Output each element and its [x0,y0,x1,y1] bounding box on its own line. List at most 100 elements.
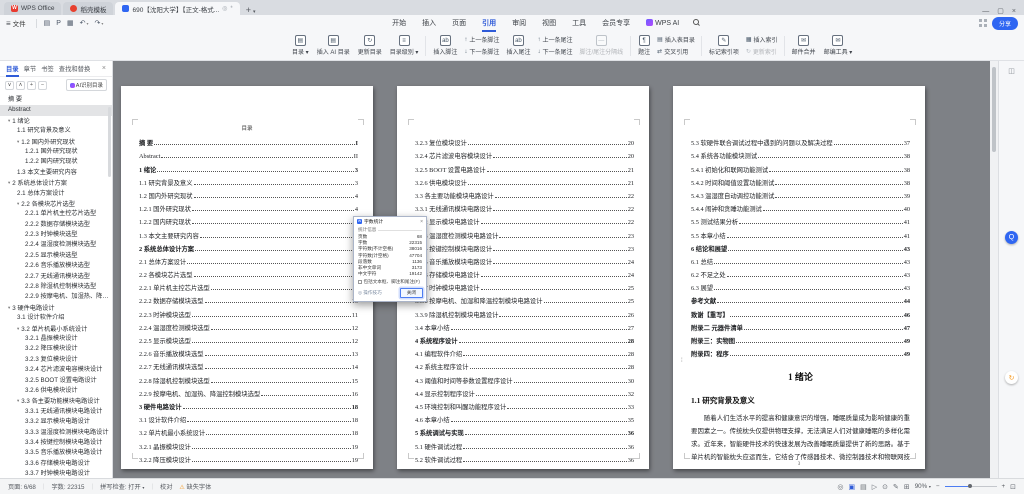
ribbon-tab-页面[interactable]: 页面 [444,16,474,30]
toc-entry[interactable]: 6.1 总结 43 [691,253,910,266]
next-endnote-button[interactable]: ↓ 下一条尾注 [537,47,572,57]
toc-entry[interactable]: 3.3.4 按键控制模块电路设计 23 [415,240,634,253]
toc-entry[interactable]: 2.1 总体方案设计7 [139,253,358,266]
caption-button[interactable]: ¶ 题注 [634,35,654,56]
ribbon-tab-开始[interactable]: 开始 [384,16,414,30]
toc-entry[interactable]: 2.2.8 除湿机控制模块选型 15 [139,371,358,385]
toc-tree-item[interactable]: 3.3.4 按键控制模块电路设计 [0,438,112,448]
ribbon-tab-视图[interactable]: 视图 [534,16,564,30]
toc-tree-item[interactable]: 2.2.4 温湿度检测模块选型 [0,240,112,250]
document-page-3[interactable]: 5.3 软硬件联合调试过程中遇到的问题以及解决过程 37 5.4 系统各功能模块测试… [673,86,925,469]
toc-tree-item[interactable]: ▾ 3.3 各主要功能模块电路设计 [0,396,112,406]
toc-tree-item[interactable]: 摘 要 [0,95,112,105]
ai-toc-button[interactable]: ▤ 插入 AI 目录 [313,35,354,56]
window-tab[interactable]: 690【沈阳大学】【正文-格式... ◎ * [115,2,240,15]
toc-entry[interactable]: Abstract II [139,147,358,160]
menu-icon[interactable]: ≡ [6,19,11,28]
mark-index-button[interactable]: ✎ 标记索引项 [705,35,743,56]
zoom-in-button[interactable]: + [1002,483,1006,490]
toc-tree-item[interactable]: ▾ 3 硬件电路设计 [0,303,112,313]
toc-entry[interactable]: 2.2.4 温湿度检测模块选型 12 [139,319,358,332]
toc-tree-item[interactable]: 2.2.8 除湿机控制模块选型 [0,282,112,292]
toc-entry[interactable]: 4.6 本章小结 35 [415,411,634,424]
document-page-2[interactable]: 3.2.3 复位模块设计 20 3.2.4 芯片滤波电容模块设计 20 3.2.5 BO… [397,86,649,469]
chapter-body[interactable]: 1 绪论 1.1 研究背景及意义 随着人们生活水平的提高和健康意识的增强，睡眠质… [691,362,910,461]
toc-tree-item[interactable]: 3.3.3 温湿度检测模块电路设计 [0,428,112,438]
toc-entry[interactable]: 3.3.5 音乐播放模块电路设计 24 [415,253,634,266]
toc-entry[interactable]: 4.3 阈值和时间等参数设置程序设计 30 [415,371,634,385]
window-tab[interactable]: W WPS Office [4,2,62,15]
table-of-figures-button[interactable]: ▤ 插入表目录 [657,35,695,44]
vertical-scrollbar[interactable] [990,61,998,478]
toc-entry[interactable]: 5.5 本章小结 41 [691,226,910,240]
toc-entry[interactable]: 3.3.1 无线通讯模块电路设计 22 [415,200,634,213]
insert-index-button[interactable]: ▦ 插入索引 [746,35,778,44]
toc-entry[interactable]: 4.4 显示控制程序设计 32 [415,385,634,398]
toc-entry[interactable]: 5.1 硬件调试过程 36 [415,437,634,451]
toc-tree-item[interactable]: 3.3.6 存储模块电路设计 [0,459,112,469]
toc-entry[interactable]: 1.2.2 国内研究现状5 [139,213,358,226]
toc-tree-item[interactable]: 1.1 研究背景及意义 [0,126,112,136]
toc-tree-item[interactable]: 2.2.5 显示模块选型 [0,251,112,261]
document-canvas[interactable]: 目录 摘 要 I Abstract II 1 绪论 3 1.1 研究背景及意义 3 1.2 国内… [113,61,998,478]
sidebar-tab-书签[interactable]: 书签 [41,64,54,73]
toc-tree-item[interactable]: 3.1 设计软件介绍 [0,313,112,323]
toc-entry[interactable]: 3.1 设计软件介绍 18 [139,411,358,424]
insert-footnote-button[interactable]: ab 插入脚注 [429,35,461,56]
sidebar-tab-目录[interactable]: 目录 [6,64,19,77]
toc-entry[interactable]: 6.3 展望 43 [691,279,910,292]
dialog-close-icon[interactable]: × [420,219,423,225]
status-proofread[interactable]: 校对 [160,482,172,491]
toc-tree-item[interactable]: 1.2.2 国内研究现状 [0,157,112,167]
toc-tree-item[interactable]: 2.2.7 无线通讯模块选型 [0,272,112,282]
zoom-slider-handle[interactable] [967,484,972,488]
toc-entry[interactable]: 6.2 不足之处 43 [691,266,910,279]
toc-entry[interactable]: 1.2 国内外研究现状 4 [139,187,358,200]
toc-entry[interactable]: 4 系统程序设计 28 [415,332,634,345]
sidebar-tab-查找和替换[interactable]: 查找和替换 [59,64,90,73]
envelope-tool-button[interactable]: ✉ 邮编工具 ▾ [820,35,857,56]
toc-entry[interactable]: 3.3.6 存储模块电路设计 24 [415,266,634,279]
toc-tree-item[interactable]: 3.2.4 芯片滤波电容模块设计 [0,365,112,375]
toc-entry[interactable]: 1.1 研究背景及意义 3 [139,174,358,187]
ai-recognize-toc-button[interactable]: AI识别目录 [65,79,107,91]
toc-entry[interactable]: 3.2.6 供电模块设计 21 [415,174,634,187]
toc-tree-item[interactable]: 1.3 本文主要研究内容 [0,168,112,178]
checkbox-icon[interactable] [358,280,362,285]
search-icon[interactable] [693,19,701,27]
expand-button[interactable]: + [27,80,36,90]
toc-entry[interactable]: 2.2.3 时钟模块选型 11 [139,305,358,319]
insert-endnote-button[interactable]: ab 插入尾注 [502,35,534,56]
prev-footnote-button[interactable]: ↑ 上一条脚注 [464,35,499,45]
minimize-button[interactable]: — [982,8,989,15]
toc-tree-item[interactable]: ▾ 2 系统总体设计方案 [0,178,112,188]
toc-entry[interactable]: 3.3 各主要功能模块电路设计 22 [415,187,634,200]
maximize-button[interactable]: ▢ [997,7,1004,15]
toc-tree-item[interactable]: 3.2.1 晶振模块设计 [0,334,112,344]
toc-entry[interactable]: 附录四：程序 49 [691,345,910,358]
toc-tree-item[interactable]: 2.2.1 单片机主控芯片选型 [0,209,112,219]
toc-entry[interactable]: 参考文献 44 [691,292,910,305]
cross-reference-button[interactable]: ⇄ 交叉引用 [657,47,695,56]
toc-entry[interactable]: 2.2.7 无线通讯模块选型 14 [139,358,358,371]
toc-entry[interactable]: 2.2 各模块芯片选型8 [139,266,358,279]
window-tab[interactable]: 稻壳模板 [63,2,114,15]
toc-entry[interactable]: 2 系统总体设计方案7 [139,240,358,253]
toc-entry[interactable]: 5.4.1 初始化和联网功能测试 38 [691,160,910,174]
toc-entry[interactable]: 4.1 编程软件介绍 28 [415,345,634,358]
page-view-icon[interactable]: ▣ [848,483,855,491]
toc-tree-item[interactable]: 3.3.5 音乐播放模块电路设计 [0,448,112,458]
skin-center-icon[interactable]: ↻ [1005,371,1018,384]
close-button[interactable]: × [1012,8,1016,15]
focus-mode-icon[interactable]: ⊙ [882,483,888,491]
ribbon-tab-工具[interactable]: 工具 [564,16,594,30]
toc-entry[interactable]: 附录二 元器件清单 47 [691,319,910,332]
toc-tree-item[interactable]: 3.2.6 供电模块设计 [0,386,112,396]
toc-entry[interactable]: 摘 要I [139,134,358,147]
zoom-level[interactable]: 90% ▾ [915,483,931,490]
file-menu[interactable]: 文件 [13,18,26,28]
toc-tree-item[interactable]: 2.2.9 按摩电机、加湿热、降温... [0,292,112,302]
toc-tree-item[interactable]: 3.3.1 无线通讯模块电路设计 [0,407,112,417]
dialog-title-bar[interactable]: W 字数统计 × [354,217,426,226]
toc-entry[interactable]: 4.2 系统主程序设计 28 [415,358,634,371]
